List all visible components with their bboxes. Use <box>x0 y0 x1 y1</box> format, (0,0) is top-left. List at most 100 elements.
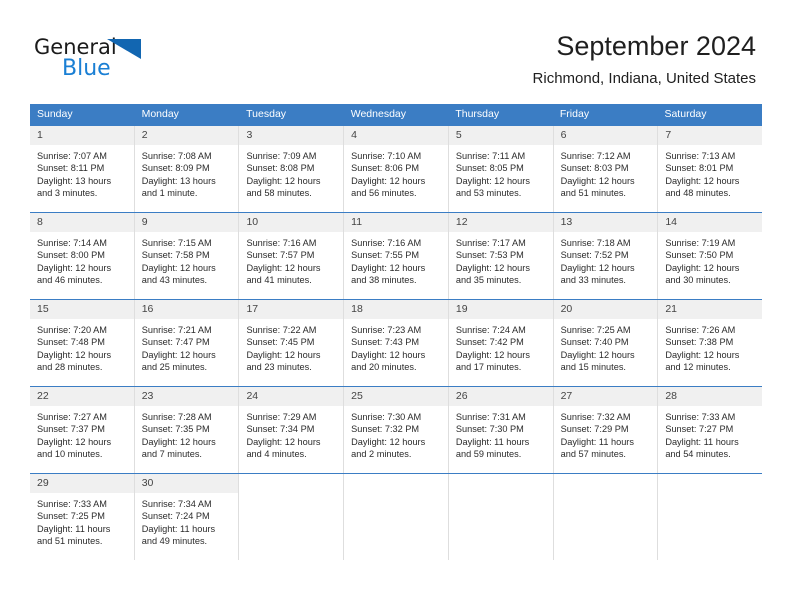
sunset-time: Sunset: 8:06 PM <box>351 163 420 174</box>
calendar-day-cell[interactable]: 19 Sunrise: 7:24 AM Sunset: 7:42 PM Dayligh… <box>448 300 554 386</box>
sunset-time: Sunset: 7:47 PM <box>141 337 210 348</box>
daylight-duration-line2: and 1 minute. <box>141 188 198 199</box>
sunset-time: Sunset: 7:34 PM <box>246 424 315 435</box>
calendar-day-cell[interactable]: 6 Sunrise: 7:12 AM Sunset: 8:03 PM Daylight… <box>553 126 659 212</box>
calendar-day-cell[interactable]: 2 Sunrise: 7:08 AM Sunset: 8:09 PM Daylight… <box>134 126 240 212</box>
day-sun-info: Sunrise: 7:22 AM Sunset: 7:45 PM Daylight:… <box>239 319 343 380</box>
day-number: 18 <box>344 300 448 319</box>
daylight-duration-line1: Daylight: 11 hours <box>141 523 216 534</box>
sunrise-time: Sunrise: 7:33 AM <box>665 412 736 422</box>
day-number: 12 <box>448 213 553 232</box>
day-sun-info: Sunrise: 7:16 AM Sunset: 7:57 PM Daylight:… <box>239 232 343 293</box>
daylight-duration-line1: Daylight: 13 hours <box>141 175 216 186</box>
sunset-time: Sunset: 7:25 PM <box>37 511 105 522</box>
day-number: 23 <box>134 387 239 406</box>
calendar-day-cell[interactable]: 10 Sunrise: 7:16 AM Sunset: 7:57 PM Dayligh… <box>239 213 345 299</box>
day-sun-info: Sunrise: 7:13 AM Sunset: 8:01 PM Daylight:… <box>658 145 762 206</box>
calendar-day-cell[interactable]: 8 Sunrise: 7:14 AM Sunset: 8:00 PM Daylight… <box>30 213 135 299</box>
calendar-day-cell[interactable]: 23 Sunrise: 7:28 AM Sunset: 7:35 PM Dayligh… <box>134 387 240 473</box>
calendar-day-cell[interactable]: 12 Sunrise: 7:17 AM Sunset: 7:53 PM Dayligh… <box>448 213 554 299</box>
sunrise-time: Sunrise: 7:31 AM <box>455 412 526 422</box>
daylight-duration-line2: and 35 minutes. <box>455 275 522 286</box>
sunrise-time: Sunrise: 7:12 AM <box>560 151 631 161</box>
general-blue-logo[interactable]: General Blue <box>34 36 224 84</box>
daylight-duration-line2: and 3 minutes. <box>37 188 98 199</box>
day-sun-info: Sunrise: 7:12 AM Sunset: 8:03 PM Daylight:… <box>554 145 658 206</box>
daylight-duration-line1: Daylight: 12 hours <box>246 262 321 273</box>
calendar-day-cell[interactable]: 15 Sunrise: 7:20 AM Sunset: 7:48 PM Dayligh… <box>30 300 135 386</box>
calendar-day-cell[interactable]: 4 Sunrise: 7:10 AM Sunset: 8:06 PM Daylight… <box>344 126 449 212</box>
calendar-day-cell[interactable]: 28 Sunrise: 7:33 AM Sunset: 7:27 PM Dayligh… <box>658 387 763 473</box>
day-sun-info: Sunrise: 7:34 AM Sunset: 7:24 PM Daylight:… <box>135 493 239 554</box>
calendar-day-cell[interactable]: 17 Sunrise: 7:22 AM Sunset: 7:45 PM Dayligh… <box>239 300 345 386</box>
daylight-duration-line2: and 4 minutes. <box>246 449 307 460</box>
calendar-day-cell[interactable]: 22 Sunrise: 7:27 AM Sunset: 7:37 PM Dayligh… <box>30 387 135 473</box>
calendar-day-cell[interactable]: 26 Sunrise: 7:31 AM Sunset: 7:30 PM Dayligh… <box>448 387 554 473</box>
calendar-day-cell[interactable]: 24 Sunrise: 7:29 AM Sunset: 7:34 PM Dayligh… <box>239 387 345 473</box>
day-sun-info <box>449 493 553 504</box>
day-number: 7 <box>658 126 763 145</box>
calendar-day-cell[interactable]: 18 Sunrise: 7:23 AM Sunset: 7:43 PM Dayligh… <box>344 300 449 386</box>
daylight-duration-line1: Daylight: 12 hours <box>37 262 112 273</box>
day-sun-info: Sunrise: 7:27 AM Sunset: 7:37 PM Daylight:… <box>30 406 134 467</box>
sunrise-time: Sunrise: 7:29 AM <box>246 412 317 422</box>
day-sun-info <box>554 493 658 504</box>
calendar-day-cell[interactable]: 9 Sunrise: 7:15 AM Sunset: 7:58 PM Daylight… <box>134 213 240 299</box>
sunset-time: Sunset: 7:57 PM <box>246 250 315 261</box>
sunrise-time: Sunrise: 7:19 AM <box>665 238 736 248</box>
daylight-duration-line1: Daylight: 12 hours <box>351 175 426 186</box>
calendar-day-cell[interactable]: 5 Sunrise: 7:11 AM Sunset: 8:05 PM Daylight… <box>448 126 554 212</box>
day-sun-info: Sunrise: 7:23 AM Sunset: 7:43 PM Daylight:… <box>344 319 448 380</box>
sunset-time: Sunset: 8:08 PM <box>246 163 315 174</box>
calendar-day-cell[interactable]: 16 Sunrise: 7:21 AM Sunset: 7:47 PM Dayligh… <box>134 300 240 386</box>
calendar-day-cell[interactable]: 29 Sunrise: 7:33 AM Sunset: 7:25 PM Dayligh… <box>30 474 135 560</box>
sunrise-time: Sunrise: 7:20 AM <box>37 325 107 335</box>
day-sun-info: Sunrise: 7:29 AM Sunset: 7:34 PM Daylight:… <box>239 406 343 467</box>
calendar-day-cell[interactable]: 13 Sunrise: 7:18 AM Sunset: 7:52 PM Dayligh… <box>553 213 659 299</box>
day-sun-info: Sunrise: 7:24 AM Sunset: 7:42 PM Daylight:… <box>449 319 553 380</box>
calendar-day-cell[interactable]: 1 Sunrise: 7:07 AM Sunset: 8:11 PM Daylight… <box>30 126 135 212</box>
sunset-time: Sunset: 8:01 PM <box>665 163 734 174</box>
day-sun-info: Sunrise: 7:18 AM Sunset: 7:52 PM Daylight:… <box>554 232 658 293</box>
sunset-time: Sunset: 7:53 PM <box>455 250 524 261</box>
day-sun-info: Sunrise: 7:11 AM Sunset: 8:05 PM Daylight:… <box>449 145 553 206</box>
sunrise-time: Sunrise: 7:17 AM <box>455 238 526 248</box>
daylight-duration-line1: Daylight: 13 hours <box>37 175 112 186</box>
sunset-time: Sunset: 7:40 PM <box>560 337 629 348</box>
daylight-duration-line1: Daylight: 12 hours <box>560 175 635 186</box>
daylight-duration-line2: and 38 minutes. <box>351 275 417 286</box>
weekday-header-sunday: Sunday <box>37 108 73 120</box>
calendar-day-cell[interactable]: 20 Sunrise: 7:25 AM Sunset: 7:40 PM Dayligh… <box>553 300 659 386</box>
day-sun-info: Sunrise: 7:08 AM Sunset: 8:09 PM Daylight:… <box>135 145 239 206</box>
calendar-day-cell[interactable]: 14 Sunrise: 7:19 AM Sunset: 7:50 PM Dayligh… <box>658 213 763 299</box>
day-number: 17 <box>239 300 344 319</box>
calendar-day-cell[interactable]: 11 Sunrise: 7:16 AM Sunset: 7:55 PM Dayligh… <box>344 213 449 299</box>
sunrise-time: Sunrise: 7:23 AM <box>351 325 422 335</box>
calendar-day-cell[interactable]: 25 Sunrise: 7:30 AM Sunset: 7:32 PM Dayligh… <box>344 387 449 473</box>
daylight-duration-line2: and 33 minutes. <box>560 275 626 286</box>
daylight-duration-line1: Daylight: 12 hours <box>665 349 740 360</box>
page-subtitle: Richmond, Indiana, United States <box>532 70 756 87</box>
day-sun-info: Sunrise: 7:32 AM Sunset: 7:29 PM Daylight:… <box>554 406 658 467</box>
weekday-header-wednesday: Wednesday <box>350 108 406 120</box>
daylight-duration-line1: Daylight: 11 hours <box>560 436 634 447</box>
calendar-day-cell[interactable]: 27 Sunrise: 7:32 AM Sunset: 7:29 PM Dayligh… <box>553 387 659 473</box>
day-number: 13 <box>553 213 658 232</box>
weekday-header-row: Sunday Monday Tuesday Wednesday Thursday… <box>30 104 762 126</box>
calendar-week-row: 1 Sunrise: 7:07 AM Sunset: 8:11 PM Daylight… <box>30 126 763 212</box>
calendar-day-cell[interactable]: 30 Sunrise: 7:34 AM Sunset: 7:24 PM Dayligh… <box>134 474 240 560</box>
day-number: 6 <box>553 126 658 145</box>
daylight-duration-line2: and 41 minutes. <box>246 275 312 286</box>
day-number: 15 <box>30 300 134 319</box>
daylight-duration-line2: and 10 minutes. <box>37 449 103 460</box>
calendar-day-cell[interactable]: 3 Sunrise: 7:09 AM Sunset: 8:08 PM Daylight… <box>239 126 345 212</box>
calendar-day-cell[interactable]: 21 Sunrise: 7:26 AM Sunset: 7:38 PM Dayligh… <box>658 300 763 386</box>
sunrise-time: Sunrise: 7:24 AM <box>455 325 526 335</box>
logo-text-general: General <box>34 35 117 59</box>
calendar-day-cell[interactable]: 7 Sunrise: 7:13 AM Sunset: 8:01 PM Daylight… <box>658 126 763 212</box>
calendar-grid: Sunday Monday Tuesday Wednesday Thursday… <box>30 104 763 560</box>
day-number: 5 <box>448 126 553 145</box>
sunrise-time: Sunrise: 7:25 AM <box>560 325 631 335</box>
calendar-week-row: 29 Sunrise: 7:33 AM Sunset: 7:25 PM Dayligh… <box>30 473 763 560</box>
day-number <box>553 474 658 493</box>
